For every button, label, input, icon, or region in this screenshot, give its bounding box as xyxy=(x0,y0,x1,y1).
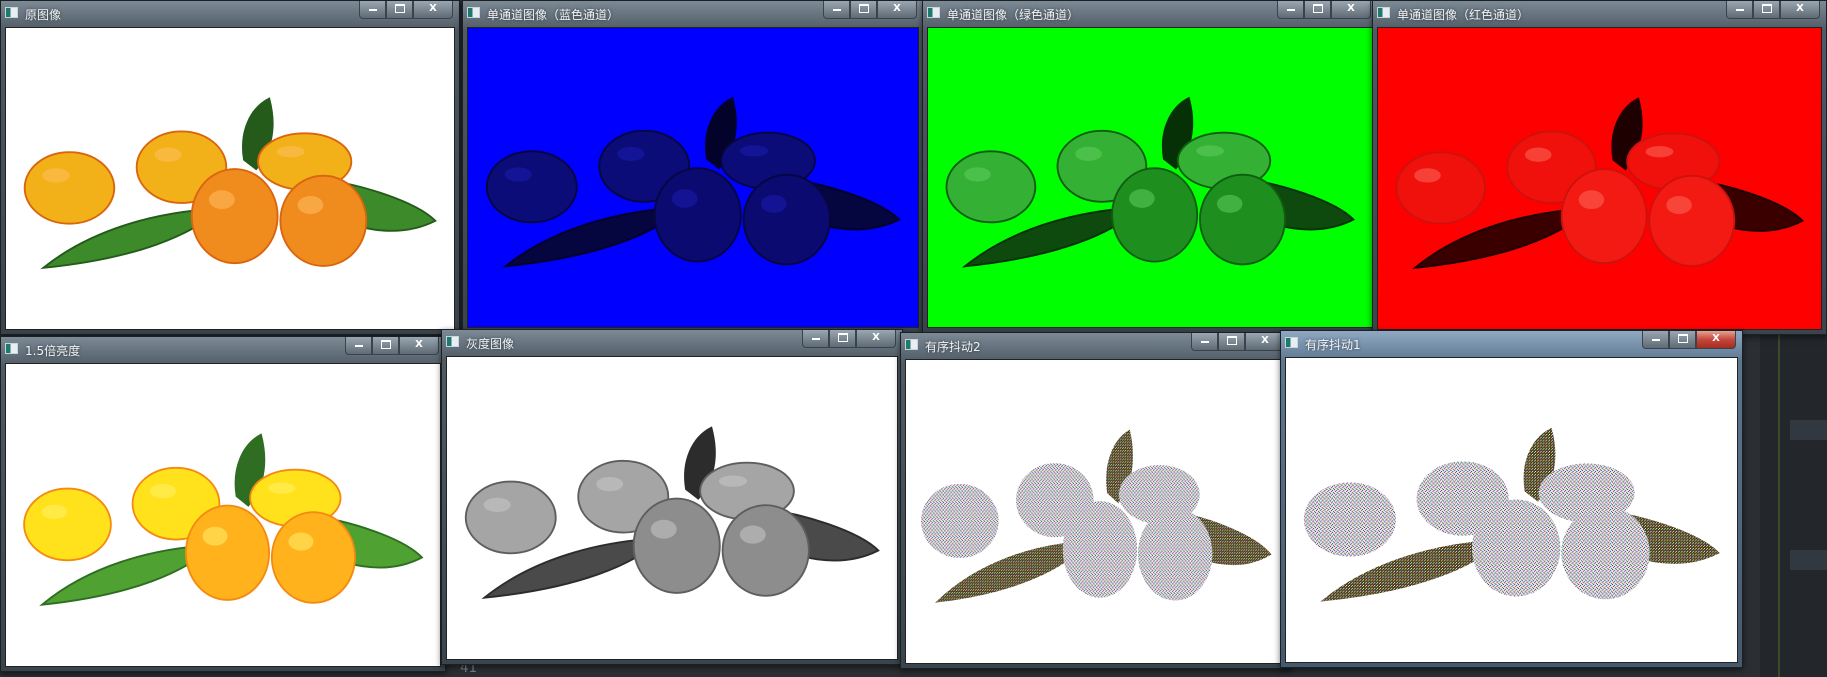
editor-gutter xyxy=(1778,320,1780,677)
maximize-button[interactable] xyxy=(1753,1,1780,19)
app-icon xyxy=(467,7,480,18)
maximize-icon xyxy=(380,339,391,349)
close-button[interactable]: X xyxy=(1331,1,1371,19)
image-canvas xyxy=(5,27,455,330)
window-titlebar[interactable]: 原图像 X xyxy=(1,1,459,27)
minimize-icon xyxy=(832,9,841,11)
editor-line-highlight xyxy=(1790,420,1827,440)
window-ordered-dither-1[interactable]: 有序抖动1 X xyxy=(1280,330,1743,668)
window-titlebar[interactable]: 单通道图像（绿色通道） X xyxy=(923,1,1377,27)
window-ordered-dither-2[interactable]: 有序抖动2 X xyxy=(900,332,1292,669)
minimize-button[interactable] xyxy=(802,330,829,348)
close-icon: X xyxy=(893,3,901,14)
maximize-icon xyxy=(837,332,848,342)
image-canvas xyxy=(1285,357,1738,663)
window-titlebar[interactable]: 有序抖动2 X xyxy=(901,333,1291,359)
app-icon xyxy=(5,7,18,18)
maximize-icon xyxy=(858,3,869,13)
minimize-icon xyxy=(368,9,377,11)
window-titlebar[interactable]: 灰度图像 X xyxy=(442,330,902,356)
editor-line-highlight xyxy=(1790,550,1827,570)
window-title: 有序抖动1 xyxy=(1305,338,1361,352)
minimize-button[interactable] xyxy=(1642,331,1669,349)
maximize-button[interactable] xyxy=(850,1,877,19)
minimize-icon xyxy=(1735,9,1744,11)
window-title: 1.5倍亮度 xyxy=(25,344,81,358)
minimize-icon xyxy=(1200,341,1209,343)
close-button[interactable]: X xyxy=(1245,333,1285,351)
close-button[interactable]: X xyxy=(856,330,896,348)
maximize-icon xyxy=(1677,333,1688,343)
maximize-button[interactable] xyxy=(1304,1,1331,19)
window-title: 原图像 xyxy=(25,8,62,22)
minimize-button[interactable] xyxy=(1277,1,1304,19)
maximize-button[interactable] xyxy=(1669,331,1696,349)
maximize-icon xyxy=(1226,335,1237,345)
window-title: 单通道图像（蓝色通道） xyxy=(487,8,620,22)
image-canvas xyxy=(1377,27,1822,330)
image-canvas xyxy=(446,356,898,660)
window-titlebar[interactable]: 1.5倍亮度 X xyxy=(1,337,445,363)
window-brightness[interactable]: 1.5倍亮度 X xyxy=(0,336,446,672)
minimize-button[interactable] xyxy=(359,1,386,19)
image-canvas xyxy=(467,27,919,328)
close-icon: X xyxy=(415,339,423,350)
close-icon: X xyxy=(872,332,880,343)
minimize-icon xyxy=(354,345,363,347)
close-button[interactable]: X xyxy=(399,337,439,355)
window-blue-channel[interactable]: 单通道图像（蓝色通道） X xyxy=(462,0,924,333)
maximize-button[interactable] xyxy=(386,1,413,19)
minimize-button[interactable] xyxy=(1191,333,1218,351)
minimize-icon xyxy=(1651,339,1660,341)
window-titlebar[interactable]: 有序抖动1 X xyxy=(1281,331,1742,357)
close-icon: X xyxy=(1347,3,1355,14)
image-canvas xyxy=(927,27,1373,328)
app-icon xyxy=(1377,7,1390,18)
app-icon xyxy=(905,339,918,350)
maximize-icon xyxy=(1761,3,1772,13)
close-icon: X xyxy=(1712,333,1720,344)
window-title: 有序抖动2 xyxy=(925,340,981,354)
maximize-button[interactable] xyxy=(829,330,856,348)
window-titlebar[interactable]: 单通道图像（红色通道） X xyxy=(1373,1,1826,27)
image-canvas xyxy=(905,359,1287,664)
close-button[interactable]: X xyxy=(413,1,453,19)
code-editor-background xyxy=(1760,320,1827,677)
window-original[interactable]: 原图像 X xyxy=(0,0,460,335)
app-icon xyxy=(927,7,940,18)
maximize-icon xyxy=(1312,3,1323,13)
window-title: 单通道图像（绿色通道） xyxy=(947,8,1080,22)
minimize-icon xyxy=(811,338,820,340)
maximize-button[interactable] xyxy=(1218,333,1245,351)
window-title: 单通道图像（红色通道） xyxy=(1397,8,1530,22)
close-icon: X xyxy=(1796,3,1804,14)
window-green-channel[interactable]: 单通道图像（绿色通道） X xyxy=(922,0,1378,333)
window-title: 灰度图像 xyxy=(466,337,515,351)
image-canvas xyxy=(5,363,441,667)
app-icon xyxy=(1285,337,1298,348)
close-button[interactable]: X xyxy=(877,1,917,19)
app-icon xyxy=(5,343,18,354)
window-grayscale[interactable]: 灰度图像 X xyxy=(441,329,903,665)
close-button[interactable]: X xyxy=(1780,1,1820,19)
app-icon xyxy=(446,336,459,347)
window-titlebar[interactable]: 单通道图像（蓝色通道） X xyxy=(463,1,923,27)
close-icon: X xyxy=(1261,335,1269,346)
close-button[interactable]: X xyxy=(1696,331,1736,349)
minimize-icon xyxy=(1286,9,1295,11)
maximize-button[interactable] xyxy=(372,337,399,355)
minimize-button[interactable] xyxy=(345,337,372,355)
minimize-button[interactable] xyxy=(1726,1,1753,19)
minimize-button[interactable] xyxy=(823,1,850,19)
window-red-channel[interactable]: 单通道图像（红色通道） X xyxy=(1372,0,1827,335)
maximize-icon xyxy=(394,3,405,13)
close-icon: X xyxy=(429,3,437,14)
